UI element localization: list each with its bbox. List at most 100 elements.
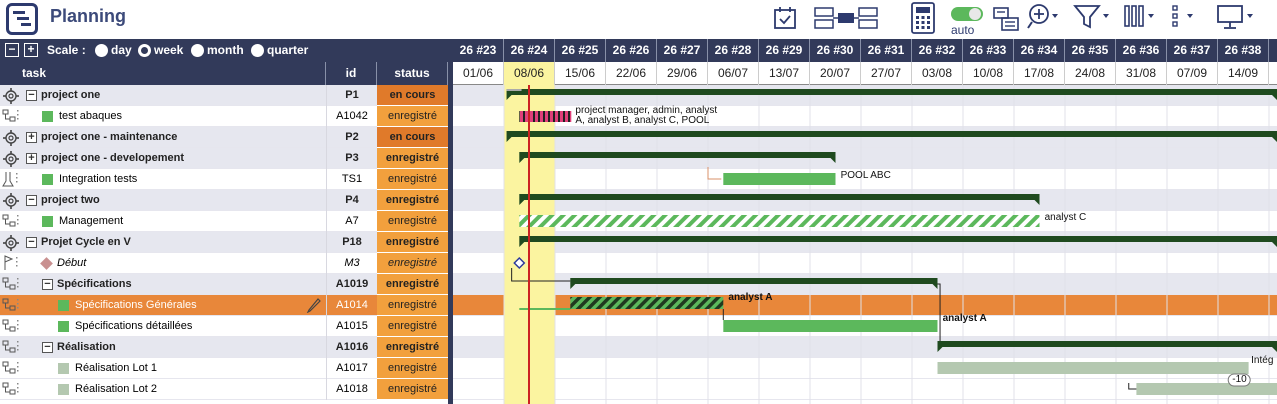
status-badge[interactable]: enregistré (377, 358, 448, 379)
columns-icon[interactable] (1123, 4, 1157, 34)
task-name-cell[interactable]: Management (26, 211, 326, 232)
task-name-cell[interactable]: − Spécifications (26, 274, 326, 295)
flask-icon[interactable] (2, 169, 24, 190)
task-row[interactable]: − project one P1 en cours (0, 85, 448, 106)
status-badge[interactable]: en cours (377, 85, 448, 106)
filter-icon[interactable] (1073, 4, 1111, 34)
task-name-cell[interactable]: Spécifications Générales (26, 295, 326, 316)
status-badge[interactable]: enregistré (377, 169, 448, 190)
collapse-icon[interactable]: − (42, 278, 53, 290)
task-name-cell[interactable]: + project one - developement (26, 148, 326, 169)
task-name-cell[interactable]: − Projet Cycle en V (26, 232, 326, 253)
collapse-icon[interactable]: − (26, 89, 37, 101)
expand-icon[interactable]: + (26, 152, 37, 164)
integration-tests-bar[interactable] (723, 173, 836, 185)
calendar-check-icon[interactable] (772, 4, 798, 34)
tree-icon[interactable] (2, 295, 24, 316)
status-badge[interactable]: enregistré (377, 232, 448, 253)
status-badge[interactable]: enregistré (377, 274, 448, 295)
monitor-icon[interactable] (1216, 4, 1256, 34)
scale-option-day[interactable]: day (95, 43, 132, 57)
realisation-bar[interactable] (937, 341, 1277, 347)
expand-all-button[interactable]: + (24, 43, 38, 57)
task-row[interactable]: Management A7 enregistré (0, 211, 448, 232)
task-row[interactable]: Spécifications Générales A1014 enregistré (0, 295, 448, 316)
column-header-id[interactable]: id (326, 62, 377, 85)
realisation-lot2-bar[interactable] (1136, 383, 1277, 395)
gear-icon[interactable] (2, 85, 24, 106)
status-badge[interactable]: enregistré (377, 148, 448, 169)
gear-icon[interactable] (2, 232, 24, 253)
tree-icon[interactable] (2, 106, 24, 127)
edit-pencil-icon[interactable] (306, 298, 322, 316)
calculator-icon[interactable] (910, 2, 936, 34)
status-badge[interactable]: enregistré (377, 379, 448, 400)
collapse-all-button[interactable]: − (5, 43, 19, 57)
collapse-icon[interactable]: − (26, 236, 37, 248)
tree-icon[interactable] (2, 316, 24, 337)
test-abaques-bar[interactable] (519, 111, 572, 122)
expand-icon[interactable]: + (26, 131, 37, 143)
scale-option-quarter[interactable]: quarter (251, 43, 308, 57)
scale-option-week[interactable]: week (138, 43, 183, 57)
resources-icon[interactable] (992, 6, 1020, 36)
gear-icon[interactable] (2, 190, 24, 211)
gear-icon[interactable] (2, 127, 24, 148)
project-two-bar[interactable] (519, 194, 1040, 200)
status-badge[interactable]: en cours (377, 127, 448, 148)
status-badge[interactable]: enregistré (377, 190, 448, 211)
task-row[interactable]: − Réalisation A1016 enregistré (0, 337, 448, 358)
task-row[interactable]: Spécifications détaillées A1015 enregistré (0, 316, 448, 337)
project-one-bar[interactable] (506, 89, 1277, 95)
management-bar[interactable] (519, 215, 1040, 227)
task-name-cell[interactable]: + project one - maintenance (26, 127, 326, 148)
status-badge[interactable]: enregistré (377, 295, 448, 316)
task-row[interactable]: Réalisation Lot 2 A1018 enregistré (0, 379, 448, 400)
task-name-cell[interactable]: Integration tests (26, 169, 326, 190)
status-badge[interactable]: enregistré (377, 337, 448, 358)
task-name-cell[interactable]: − project two (26, 190, 326, 211)
task-name-cell[interactable]: Réalisation Lot 1 (26, 358, 326, 379)
task-row[interactable]: test abaques A1042 enregistré (0, 106, 448, 127)
status-badge[interactable]: enregistré (377, 253, 448, 274)
status-badge[interactable]: enregistré (377, 211, 448, 232)
tree-icon[interactable] (2, 211, 24, 232)
zoom-add-icon[interactable] (1026, 2, 1060, 32)
maintenance-bar[interactable] (506, 131, 1277, 137)
tree-icon[interactable] (2, 274, 24, 295)
spec-generales-bar[interactable] (570, 297, 724, 309)
task-name-cell[interactable]: Spécifications détaillées (26, 316, 326, 337)
task-row[interactable]: Integration tests TS1 enregistré (0, 169, 448, 190)
task-row[interactable]: Début M3 enregistré (0, 253, 448, 274)
cycle-en-v-bar[interactable] (519, 236, 1277, 242)
task-row[interactable]: + project one - maintenance P2 en cours (0, 127, 448, 148)
task-name-cell[interactable]: − project one (26, 85, 326, 106)
collapse-icon[interactable]: − (26, 194, 37, 206)
tree-icon[interactable] (2, 379, 24, 400)
flag-icon[interactable] (2, 253, 24, 274)
gear-icon[interactable] (2, 148, 24, 169)
tree-icon[interactable] (2, 337, 24, 358)
status-badge[interactable]: enregistré (377, 316, 448, 337)
collapse-icon[interactable]: − (42, 341, 53, 353)
task-row[interactable]: − Projet Cycle en V P18 enregistré (0, 232, 448, 253)
task-name-cell[interactable]: − Réalisation (26, 337, 326, 358)
column-header-status[interactable]: status (377, 62, 448, 85)
column-header-task[interactable]: task (0, 62, 326, 85)
more-icon[interactable] (1168, 4, 1198, 34)
specifications-bar[interactable] (570, 278, 938, 284)
realisation-lot1-bar[interactable] (937, 362, 1249, 374)
scale-option-month[interactable]: month (191, 43, 244, 57)
task-row[interactable]: + project one - developement P3 enregistré (0, 148, 448, 169)
task-name-cell[interactable]: Début (26, 253, 326, 274)
dependency-icon[interactable] (814, 6, 878, 36)
app-logo-icon[interactable] (6, 3, 38, 35)
status-badge[interactable]: enregistré (377, 106, 448, 127)
task-row[interactable]: Réalisation Lot 1 A1017 enregistré (0, 358, 448, 379)
task-row[interactable]: − project two P4 enregistré (0, 190, 448, 211)
task-name-cell[interactable]: test abaques (26, 106, 326, 127)
task-row[interactable]: − Spécifications A1019 enregistré (0, 274, 448, 295)
developement-bar[interactable] (519, 152, 836, 158)
tree-icon[interactable] (2, 358, 24, 379)
task-name-cell[interactable]: Réalisation Lot 2 (26, 379, 326, 400)
